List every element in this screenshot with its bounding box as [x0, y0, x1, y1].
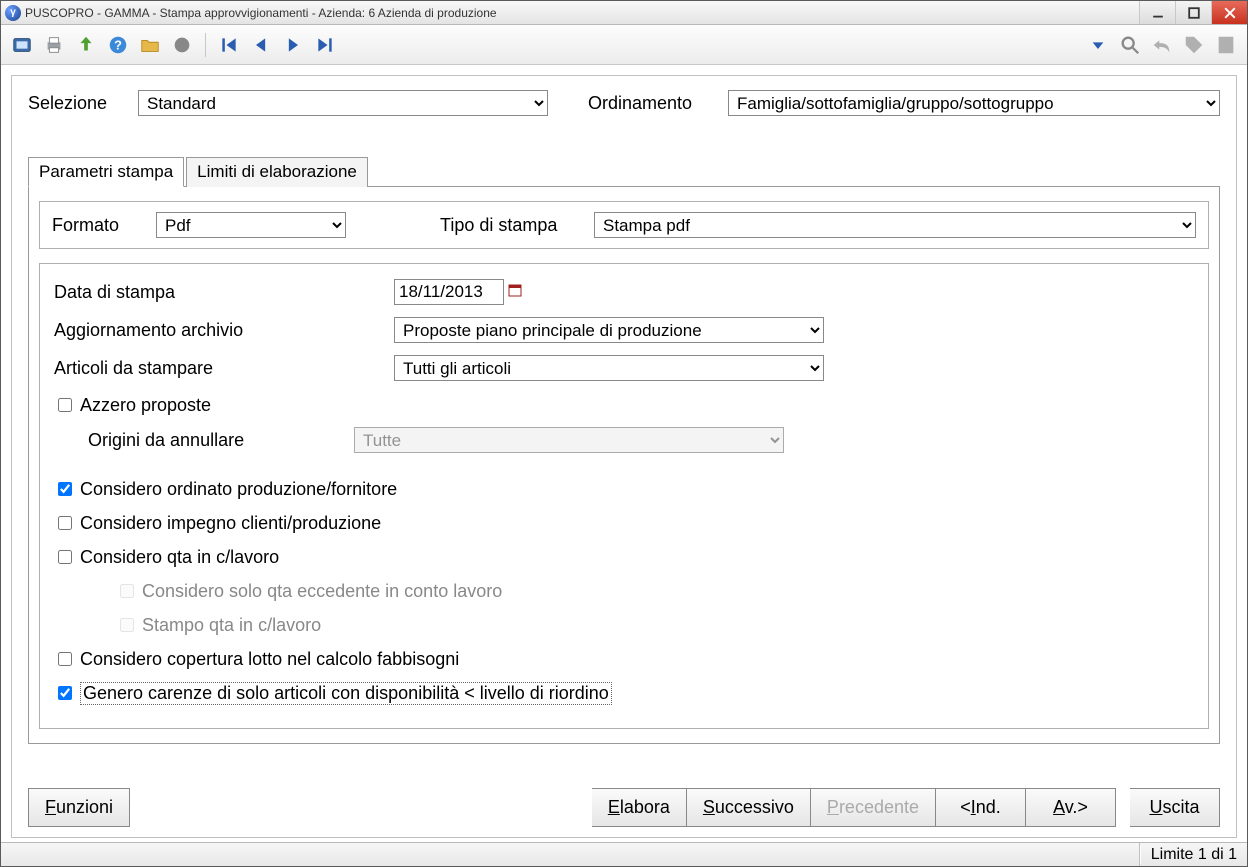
svg-text:?: ? [114, 37, 122, 52]
chk-ordinato-label: Considero ordinato produzione/fornitore [80, 479, 397, 500]
formato-label: Formato [52, 215, 142, 236]
chk-copertura[interactable] [58, 652, 72, 666]
close-button[interactable] [1211, 1, 1247, 24]
export-icon[interactable] [73, 32, 99, 58]
chk-stampo-qta-label: Stampo qta in c/lavoro [142, 615, 321, 636]
uscita-button[interactable]: Uscita [1130, 788, 1220, 827]
chk-qta-clavoro[interactable] [58, 550, 72, 564]
prev-icon[interactable] [248, 32, 274, 58]
successivo-button[interactable]: Successivo [687, 788, 811, 827]
status-limit: Limite 1 di 1 [1140, 846, 1247, 864]
app-icon: γ [5, 5, 21, 21]
formato-select[interactable]: Pdf [156, 212, 346, 238]
chk-qta-eccedente [120, 584, 134, 598]
calendar-icon[interactable] [508, 283, 522, 301]
origini-label: Origini da annullare [54, 430, 354, 451]
minimize-button[interactable] [1139, 1, 1175, 24]
record-icon[interactable] [169, 32, 195, 58]
maximize-button[interactable] [1175, 1, 1211, 24]
chk-qta-eccedente-label: Considero solo qta eccedente in conto la… [142, 581, 502, 602]
toolbar: ? [1, 25, 1247, 65]
titlebar: γ PUSCOPRO - GAMMA - Stampa approvvigion… [1, 1, 1247, 25]
chk-impegno-label: Considero impegno clienti/produzione [80, 513, 381, 534]
tipo-stampa-label: Tipo di stampa [440, 215, 580, 236]
undo-icon[interactable] [1149, 32, 1175, 58]
tab-limiti[interactable]: Limiti di elaborazione [186, 157, 368, 187]
articoli-label: Articoli da stampare [54, 358, 394, 379]
av-button[interactable]: Av.> [1026, 788, 1116, 827]
sheet-icon[interactable] [1213, 32, 1239, 58]
precedente-button: Precedente [811, 788, 936, 827]
data-stampa-input[interactable] [394, 279, 504, 305]
help-icon[interactable]: ? [105, 32, 131, 58]
funzioni-button[interactable]: Funzioni [28, 788, 130, 827]
ordinamento-label: Ordinamento [588, 93, 718, 114]
azzero-checkbox[interactable] [58, 398, 72, 412]
statusbar: Limite 1 di 1 [1, 842, 1247, 866]
selezione-select[interactable]: Standard [138, 90, 548, 116]
data-stampa-label: Data di stampa [54, 282, 394, 303]
tag-icon[interactable] [1181, 32, 1207, 58]
aggiornamento-label: Aggiornamento archivio [54, 320, 394, 341]
folder-icon[interactable] [137, 32, 163, 58]
dropdown-chevron-icon[interactable] [1085, 32, 1111, 58]
aggiornamento-select[interactable]: Proposte piano principale di produzione [394, 317, 824, 343]
print-icon[interactable] [41, 32, 67, 58]
chk-copertura-label: Considero copertura lotto nel calcolo fa… [80, 649, 459, 670]
elabora-button[interactable]: Elabora [592, 788, 687, 827]
tab-body: Formato Pdf Tipo di stampa Stampa pdf Da… [28, 186, 1220, 744]
origini-select: Tutte [354, 427, 784, 453]
chk-impegno[interactable] [58, 516, 72, 530]
app-window: γ PUSCOPRO - GAMMA - Stampa approvvigion… [0, 0, 1248, 867]
chk-stampo-qta [120, 618, 134, 632]
chk-qta-clavoro-label: Considero qta in c/lavoro [80, 547, 279, 568]
next-icon[interactable] [280, 32, 306, 58]
window-title: PUSCOPRO - GAMMA - Stampa approvvigionam… [25, 6, 497, 20]
tab-parametri[interactable]: Parametri stampa [28, 157, 184, 187]
last-icon[interactable] [312, 32, 338, 58]
search-icon[interactable] [1117, 32, 1143, 58]
azzero-label: Azzero proposte [80, 395, 211, 416]
chk-ordinato[interactable] [58, 482, 72, 496]
first-icon[interactable] [216, 32, 242, 58]
preview-icon[interactable] [9, 32, 35, 58]
selezione-label: Selezione [28, 93, 128, 114]
tipo-stampa-select[interactable]: Stampa pdf [594, 212, 1196, 238]
ordinamento-select[interactable]: Famiglia/sottofamiglia/gruppo/sottogrupp… [728, 90, 1220, 116]
chk-genero-carenze[interactable] [58, 686, 72, 700]
ind-button[interactable]: <Ind. [936, 788, 1026, 827]
chk-genero-carenze-label: Genero carenze di solo articoli con disp… [80, 682, 612, 705]
articoli-select[interactable]: Tutti gli articoli [394, 355, 824, 381]
